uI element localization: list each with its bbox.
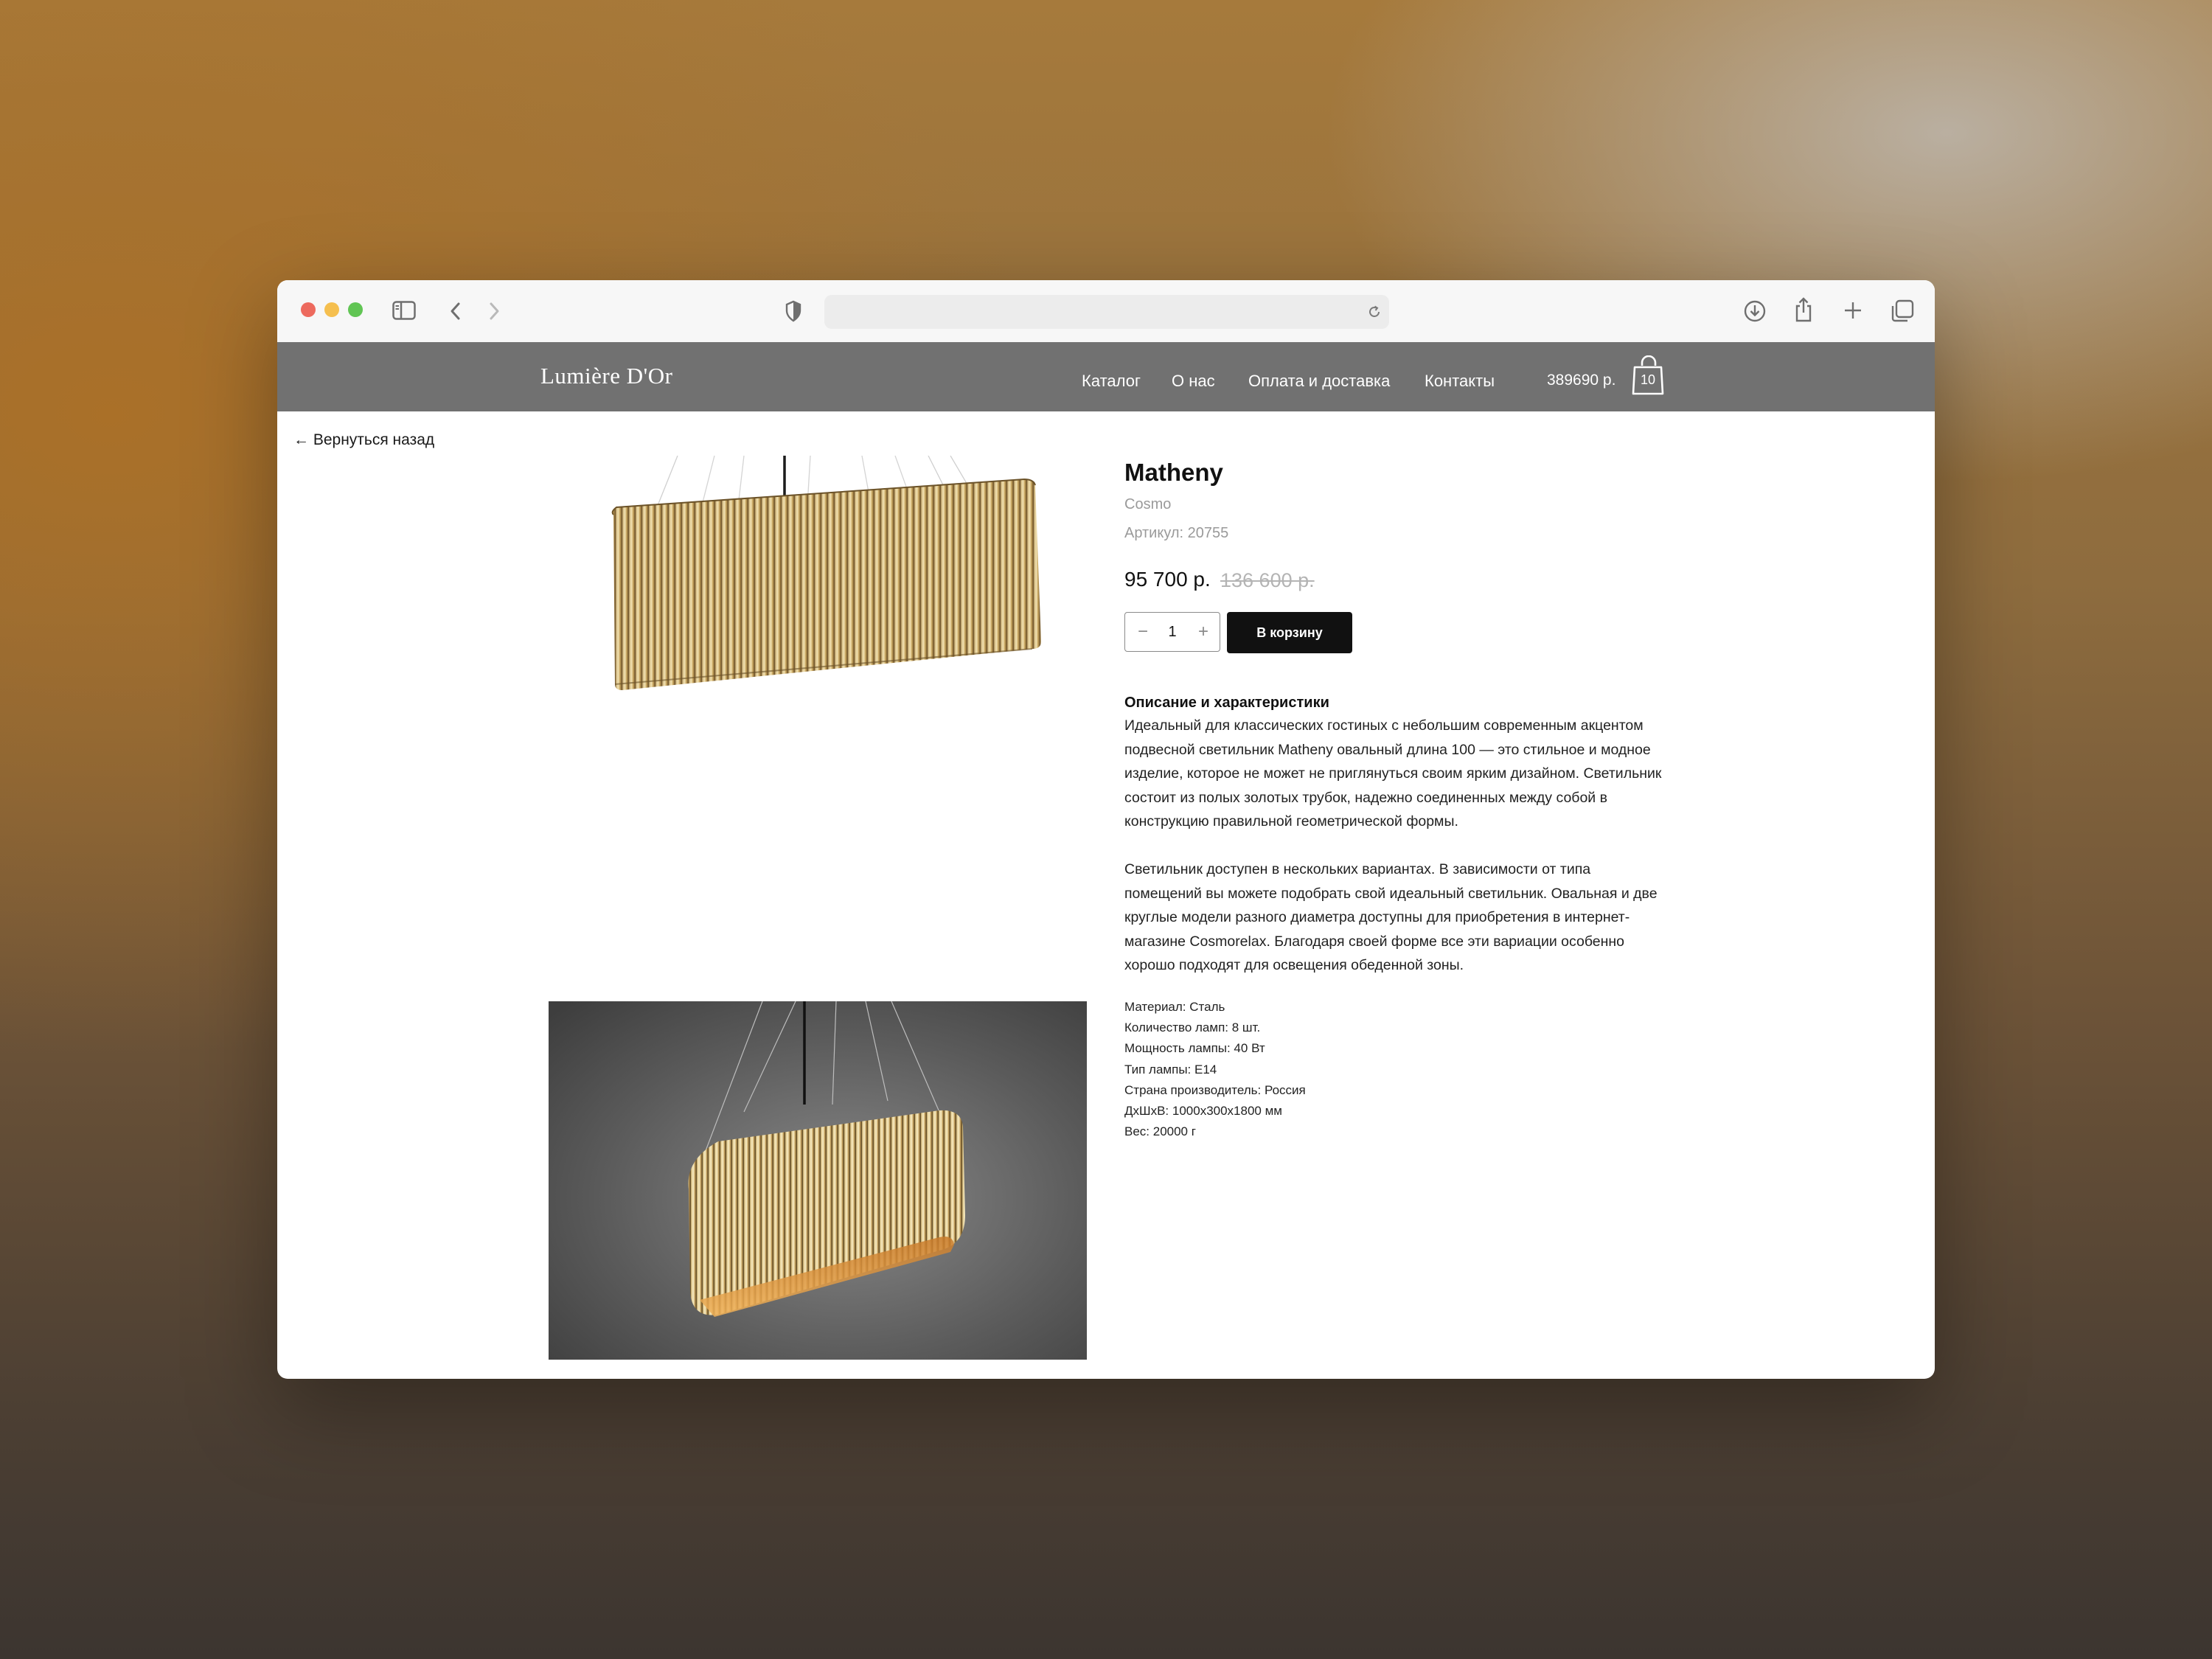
browser-toolbar	[277, 280, 1935, 343]
nav-payment-delivery[interactable]: Оплата и доставка	[1248, 372, 1390, 391]
new-tab-icon[interactable]	[1843, 301, 1863, 320]
description-heading: Описание и характеристики	[1124, 695, 1329, 711]
nav-contacts[interactable]: Контакты	[1425, 372, 1495, 391]
cart-button[interactable]: 10	[1631, 355, 1668, 397]
product-brand[interactable]: Cosmo	[1124, 496, 1171, 513]
spec-lamp-power: Мощность лампы: 40 Вт	[1124, 1041, 1265, 1056]
spec-lamp-count: Количество ламп: 8 шт.	[1124, 1020, 1261, 1035]
address-bar[interactable]	[824, 295, 1389, 329]
description-paragraph: Идеальный для классических гостиных с не…	[1124, 717, 1662, 830]
back-link[interactable]: ← Вернуться назад	[293, 431, 434, 449]
share-icon[interactable]	[1793, 296, 1814, 323]
product-title: Matheny	[1124, 459, 1223, 486]
site-logo[interactable]: Lumière D'Or	[540, 363, 672, 389]
close-window-button[interactable]	[301, 302, 316, 317]
spec-material: Материал: Сталь	[1124, 1000, 1225, 1014]
privacy-shield-icon[interactable]	[785, 300, 802, 322]
description-paragraph: Светильник доступен в нескольких вариант…	[1124, 861, 1658, 973]
site-header: Lumière D'Or Каталог О нас Оплата и дост…	[277, 342, 1935, 411]
add-to-cart-button[interactable]: В корзину	[1227, 612, 1352, 653]
product-image-secondary[interactable]	[549, 1001, 1087, 1360]
reload-icon[interactable]	[1367, 305, 1382, 319]
forward-arrow-icon[interactable]	[487, 300, 501, 322]
spec-country: Страна производитель: Россия	[1124, 1082, 1306, 1097]
quantity-increase-button[interactable]: +	[1189, 613, 1218, 651]
browser-window: Lumière D'Or Каталог О нас Оплата и дост…	[277, 280, 1935, 1379]
spec-dimensions: ДхШхВ: 1000x300x1800 мм	[1124, 1104, 1282, 1119]
nav-catalog[interactable]: Каталог	[1082, 372, 1141, 391]
back-arrow-icon[interactable]	[448, 300, 463, 322]
spec-weight: Вес: 20000 г	[1124, 1124, 1196, 1139]
product-image-main[interactable]	[549, 456, 1087, 706]
cart-total: 389690 р.	[1547, 372, 1616, 389]
quantity-stepper: − 1 +	[1124, 612, 1220, 652]
sidebar-toggle-icon[interactable]	[392, 301, 416, 320]
product-price: 95 700 р.	[1124, 568, 1211, 591]
quantity-decrease-button[interactable]: −	[1128, 613, 1158, 651]
specs-list: Материал: Сталь Количество ламп: 8 шт. М…	[1124, 997, 1306, 1142]
maximize-window-button[interactable]	[348, 302, 363, 317]
product-old-price: 136 600 р.	[1220, 569, 1315, 591]
tab-overview-icon[interactable]	[1891, 299, 1914, 323]
quantity-value[interactable]: 1	[1158, 613, 1187, 651]
spec-lamp-type: Тип лампы: E14	[1124, 1062, 1217, 1077]
minimize-window-button[interactable]	[324, 302, 339, 317]
cart-count-badge: 10	[1640, 372, 1656, 387]
nav-about[interactable]: О нас	[1172, 372, 1215, 391]
download-icon[interactable]	[1743, 299, 1767, 323]
product-sku: Артикул: 20755	[1124, 525, 1229, 541]
